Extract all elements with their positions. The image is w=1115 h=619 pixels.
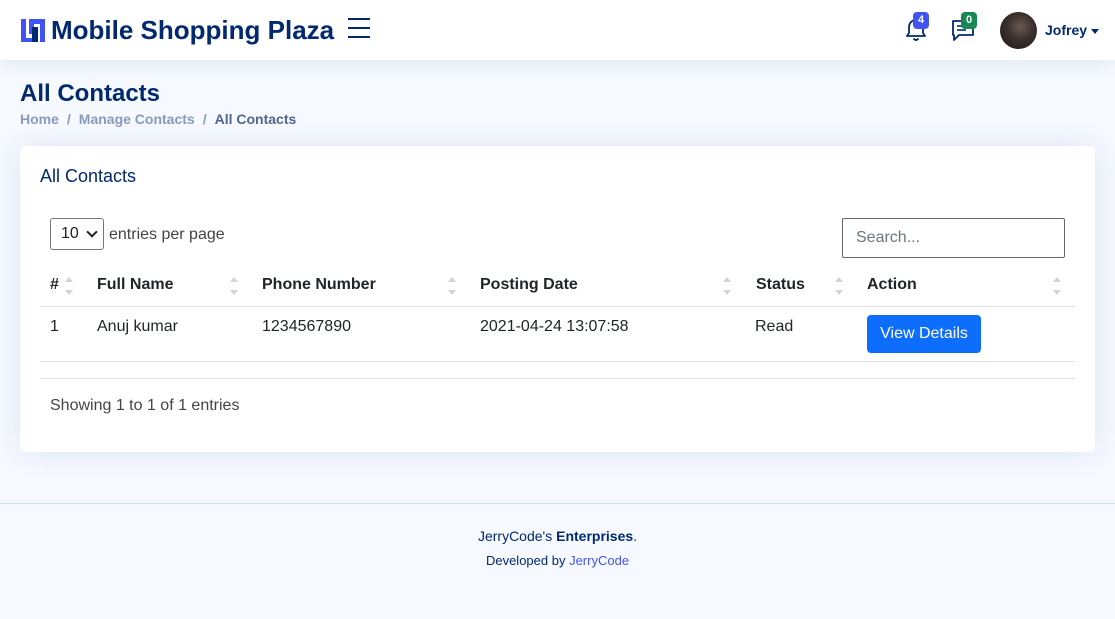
entries-per-page-label: entries per page (109, 226, 225, 243)
footer-copyright: JerryCode's Enterprises. (0, 528, 1115, 544)
breadcrumb-current: All Contacts (214, 111, 297, 127)
column-header-posting-date[interactable]: Posting Date (480, 276, 578, 294)
sort-icon[interactable] (835, 276, 843, 296)
sort-icon[interactable] (448, 276, 456, 296)
entries-per-page-select[interactable]: 10 (50, 218, 104, 250)
contacts-card: All Contacts 10 entries per page # Full … (20, 146, 1095, 452)
messages-badge: 0 (961, 12, 978, 29)
column-header-status[interactable]: Status (756, 276, 805, 294)
sort-icon[interactable] (230, 276, 238, 296)
table-header-divider (40, 306, 1075, 307)
avatar[interactable] (1000, 12, 1037, 49)
breadcrumb-manage-contacts[interactable]: Manage Contacts (79, 111, 195, 127)
copyright-prefix: JerryCode's (477, 528, 557, 544)
copyright-company: Enterprises (556, 528, 634, 544)
notifications-badge: 4 (913, 12, 930, 29)
footer: JerryCode's Enterprises. Developed by Je… (0, 503, 1115, 619)
copyright-suffix: . (633, 528, 638, 544)
column-header-phone-number[interactable]: Phone Number (262, 276, 376, 294)
logo-mark-icon (21, 19, 45, 42)
cell-posting-date: 2021-04-24 13:07:58 (480, 318, 629, 335)
table-row-divider (40, 361, 1075, 362)
table-info: Showing 1 to 1 of 1 entries (50, 397, 240, 414)
page-title: All Contacts (20, 80, 161, 107)
user-name: Jofrey (1045, 22, 1088, 38)
column-header-action[interactable]: Action (867, 276, 917, 294)
breadcrumb-home[interactable]: Home (20, 111, 59, 127)
top-header: Mobile Shopping Plaza 4 0 Jofrey (0, 0, 1115, 60)
sort-icon[interactable] (65, 276, 73, 296)
cell-number: 1 (50, 318, 59, 335)
footer-credits: Developed by JerryCode (0, 553, 1115, 568)
table-bottom-divider (40, 378, 1075, 379)
column-header-number[interactable]: # (50, 276, 59, 294)
card-title: All Contacts (40, 166, 137, 186)
breadcrumb-separator: / (202, 111, 207, 127)
sort-icon[interactable] (1053, 276, 1061, 296)
credits-prefix: Developed by (485, 553, 570, 568)
cell-full-name: Anuj kumar (97, 318, 178, 335)
sort-icon[interactable] (723, 276, 731, 296)
user-menu[interactable]: Jofrey (1045, 22, 1100, 38)
breadcrumb-separator: / (66, 111, 71, 127)
search-input[interactable] (842, 218, 1065, 258)
brand-logo[interactable]: Mobile Shopping Plaza (20, 17, 334, 43)
menu-icon[interactable] (348, 18, 372, 40)
brand-name: Mobile Shopping Plaza (51, 15, 335, 45)
cell-phone-number: 1234567890 (262, 318, 351, 335)
breadcrumb: Home / Manage Contacts / All Contacts (20, 111, 296, 127)
view-details-button[interactable]: View Details (867, 315, 981, 353)
column-header-full-name[interactable]: Full Name (97, 276, 173, 294)
chevron-down-icon (86, 226, 98, 238)
developer-link[interactable]: JerryCode (569, 553, 629, 568)
entries-value: 10 (61, 225, 79, 242)
cell-status: Read (755, 318, 794, 335)
caret-down-icon (1091, 28, 1100, 34)
